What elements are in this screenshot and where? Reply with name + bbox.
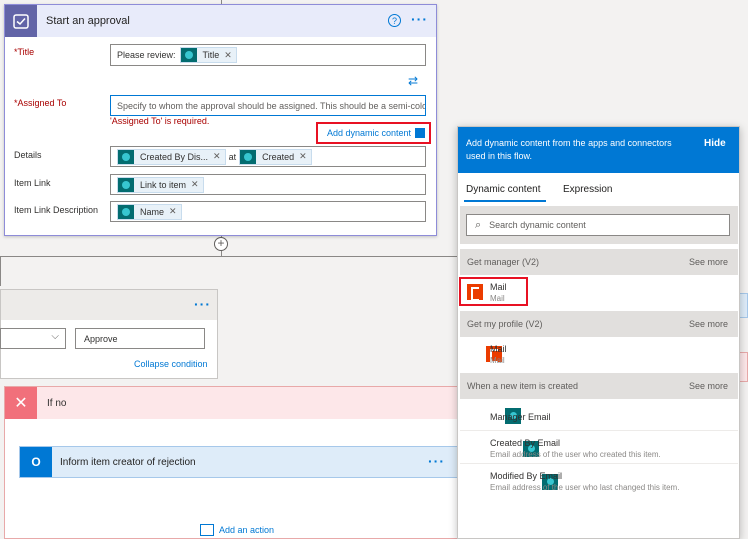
search-placeholder: Search dynamic content — [489, 220, 586, 230]
item-link-desc-field[interactable]: Name ✕ — [110, 201, 426, 222]
item-name: Mail — [490, 344, 507, 354]
item-link-token[interactable]: Link to item ✕ — [117, 176, 204, 193]
condition-value-field[interactable]: Approve — [75, 328, 205, 349]
token-label: Name — [140, 206, 165, 217]
help-icon[interactable]: ? — [388, 14, 401, 27]
assigned-to-placeholder: Specify to whom the approval should be a… — [117, 100, 426, 111]
connector-line — [0, 256, 460, 257]
item-name: Mail — [490, 282, 507, 292]
item-link-field[interactable]: Link to item ✕ — [110, 174, 426, 195]
details-at-text: at — [228, 151, 237, 162]
item-name: Manager Email — [490, 412, 551, 422]
token-label: Link to item — [140, 179, 187, 190]
add-dynamic-label: Add dynamic content — [326, 128, 411, 138]
if-no-branch: ✕ If no O Inform item creator of rejecti… — [4, 386, 460, 539]
sharepoint-icon — [180, 48, 197, 62]
outlook-icon: O — [20, 447, 52, 477]
tab-dynamic-content[interactable]: Dynamic content — [466, 184, 540, 195]
condition-more-button[interactable]: ··· — [194, 296, 211, 312]
item-link-desc-token[interactable]: Name ✕ — [117, 203, 182, 220]
see-more-link[interactable]: See more — [689, 381, 728, 391]
search-input[interactable]: ⌕ Search dynamic content — [466, 214, 730, 236]
dc-item-created-by-email[interactable] — [460, 432, 738, 464]
item-name: Modified By Email — [490, 471, 563, 481]
details-token-created-by[interactable]: Created By Dis... ✕ — [117, 148, 226, 165]
assigned-to-label: *Assigned To — [14, 98, 67, 108]
details-label: Details — [14, 150, 42, 160]
remove-token-icon[interactable]: ✕ — [213, 151, 221, 162]
if-no-header[interactable]: ✕ If no — [5, 387, 459, 419]
details-field[interactable]: Created By Dis... ✕ at Created ✕ — [110, 146, 426, 167]
add-dynamic-content-link[interactable]: Add dynamic content — [316, 122, 431, 144]
item-link-desc-label: Item Link Description — [14, 205, 99, 215]
section-title: When a new item is created — [467, 381, 579, 391]
title-token[interactable]: Title ✕ — [179, 47, 237, 63]
section-get-manager: Get manager (V2) See more — [460, 249, 738, 275]
approval-header[interactable]: Start an approval ? ··· — [5, 5, 436, 37]
add-action-label: Add an action — [219, 525, 275, 535]
remove-token-icon[interactable]: ✕ — [169, 206, 177, 217]
add-action-icon — [200, 524, 214, 536]
condition-card: ··· ⌵ Approve Collapse condition — [0, 289, 218, 379]
section-title: Get my profile (V2) — [467, 319, 543, 329]
see-more-link[interactable]: See more — [689, 257, 728, 267]
remove-token-icon[interactable]: ✕ — [191, 179, 199, 190]
item-sub: Mail — [490, 294, 505, 303]
approval-title: Start an approval — [46, 15, 130, 27]
item-name: Created By Email — [490, 438, 561, 448]
connector-line — [0, 256, 1, 286]
assigned-to-error: 'Assigned To' is required. — [110, 116, 210, 126]
token-label: Created By Dis... — [140, 151, 209, 162]
sharepoint-icon — [118, 149, 134, 164]
token-label: Title — [202, 50, 220, 60]
dc-item-modified-by-email[interactable] — [460, 465, 738, 497]
assigned-to-input[interactable]: Specify to whom the approval should be a… — [110, 95, 426, 116]
operator-dropdown[interactable]: ⌵ — [0, 328, 66, 349]
if-no-label: If no — [47, 397, 67, 409]
title-label: *Title — [14, 47, 35, 57]
item-sub: Email address of the user who last chang… — [490, 483, 680, 492]
remove-token-icon[interactable]: ✕ — [299, 151, 307, 162]
section-title: Get manager (V2) — [467, 257, 540, 267]
swap-icon[interactable]: ⇄ — [408, 74, 418, 88]
approval-icon — [5, 5, 37, 37]
sharepoint-icon — [118, 204, 134, 219]
office-icon — [467, 284, 483, 301]
action-title: Inform item creator of rejection — [60, 456, 196, 468]
item-sub: Email address of the user who created th… — [490, 450, 661, 459]
item-link-label: Item Link — [14, 178, 51, 188]
condition-header[interactable] — [1, 290, 217, 320]
title-prefix: Please review: — [117, 50, 176, 60]
if-no-icon: ✕ — [5, 387, 37, 419]
panel-header-text: Add dynamic content from the apps and co… — [466, 138, 672, 161]
dynamic-content-icon — [415, 128, 425, 138]
chevron-down-icon: ⌵ — [51, 331, 59, 342]
action-more-button[interactable]: ··· — [428, 453, 445, 469]
add-action-button[interactable]: Add an action — [200, 524, 274, 536]
tab-expression[interactable]: Expression — [563, 184, 612, 195]
section-get-my-profile: Get my profile (V2) See more — [460, 311, 738, 337]
remove-token-icon[interactable]: ✕ — [224, 50, 232, 61]
token-label: Created — [262, 151, 295, 162]
item-sub: Mail — [490, 356, 505, 365]
hide-button[interactable]: Hide — [704, 138, 726, 149]
sharepoint-icon — [240, 149, 257, 164]
reject-action-card[interactable]: O Inform item creator of rejection ··· — [19, 446, 459, 478]
title-field[interactable]: Please review: Title ✕ — [110, 44, 426, 66]
see-more-link[interactable]: See more — [689, 319, 728, 329]
search-icon: ⌕ — [475, 218, 482, 231]
sharepoint-icon — [118, 177, 134, 192]
collapse-condition-link[interactable]: Collapse condition — [134, 359, 208, 369]
approval-more-button[interactable]: ··· — [411, 11, 428, 27]
active-tab-underline — [464, 200, 546, 202]
add-step-button[interactable]: + — [214, 237, 228, 251]
details-token-created[interactable]: Created ✕ — [239, 148, 312, 165]
section-new-item-created: When a new item is created See more — [460, 373, 738, 399]
